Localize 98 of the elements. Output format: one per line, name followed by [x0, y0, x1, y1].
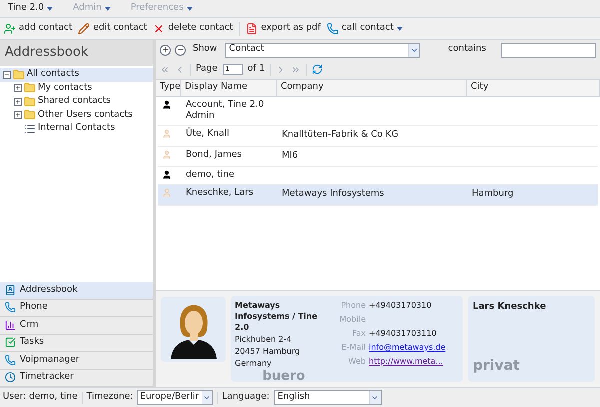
page-label: Page: [196, 62, 218, 76]
field-label: E-Mail: [340, 342, 366, 354]
field-value: +49403170310: [369, 300, 433, 312]
folder-icon: [24, 96, 36, 108]
dropdown-arrow-icon: [104, 6, 111, 10]
app-tab[interactable]: Timetracker: [0, 370, 153, 387]
language-label: Language:: [222, 390, 270, 404]
remove-filter-icon[interactable]: [175, 44, 186, 56]
clock-icon: [5, 372, 16, 384]
toolbar-button[interactable]: edit contact: [78, 22, 148, 36]
person-icon: [162, 150, 172, 160]
field-label: Web: [348, 356, 366, 368]
tree-label: My contacts: [38, 82, 92, 94]
table-cell-text: Account, Tine 2.0 Admin: [185, 100, 266, 122]
person-icon: [162, 170, 172, 180]
document-icon: [246, 22, 258, 34]
toolbar-button[interactable]: delete contact: [153, 22, 234, 36]
expand-icon[interactable]: [14, 111, 22, 120]
toolbar-button[interactable]: export as pdf: [246, 22, 321, 36]
address-line: 20457 Hamburg: [235, 346, 302, 357]
tree-item[interactable]: Internal Contacts: [11, 122, 153, 136]
tree-label: All contacts: [27, 68, 80, 81]
checklist-icon: [5, 337, 16, 348]
column-header[interactable]: Type: [156, 80, 181, 96]
link[interactable]: http://www.meta...: [369, 356, 446, 368]
person-icon: [162, 100, 172, 110]
link[interactable]: info@metaways.de: [369, 342, 446, 354]
card-tag: buero: [262, 370, 306, 384]
address-line: Pickhuben 2-4: [235, 334, 293, 345]
add-filter-icon[interactable]: [160, 44, 171, 56]
expand-icon[interactable]: [14, 84, 22, 92]
app-tab[interactable]: Tasks: [0, 334, 153, 352]
filter-value-field[interactable]: [501, 42, 596, 58]
column-header[interactable]: Company: [277, 80, 467, 96]
table-row[interactable]: Account, Tine 2.0 Admin: [158, 97, 598, 126]
table-cell-text: Kneschke, Lars: [185, 188, 255, 200]
field-label: Phone: [340, 300, 366, 312]
pencil-icon: [78, 22, 90, 34]
add-contact-icon: [4, 22, 16, 34]
table-cell-text: Üte, Knall: [185, 129, 230, 141]
column-header[interactable]: Display Name: [181, 80, 277, 96]
address-line: Germany: [235, 358, 273, 369]
tree-item[interactable]: Shared contacts: [11, 95, 153, 108]
phone-icon: [5, 302, 16, 314]
collapse-icon[interactable]: [3, 70, 11, 79]
phone-icon: [5, 354, 16, 366]
user-label: User: demo, tine: [3, 390, 78, 404]
address-book-icon: [5, 284, 16, 296]
dropdown-arrow-icon: [47, 6, 54, 10]
filter-field-select[interactable]: Contact: [225, 42, 420, 58]
company-name: Metaways Infosystems / Tine 2.0: [235, 300, 319, 333]
expand-icon[interactable]: [14, 98, 22, 106]
dropdown-arrow-icon: [186, 6, 193, 10]
toolbar-button[interactable]: call contact: [326, 22, 403, 36]
timezone-select[interactable]: Europe/Berlir: [137, 390, 214, 405]
toolbar-button[interactable]: add contact: [4, 22, 72, 36]
app-tab[interactable]: Phone: [0, 300, 153, 317]
language-select[interactable]: English: [274, 390, 382, 405]
column-header[interactable]: City: [467, 80, 600, 96]
table-row[interactable]: demo, tine: [158, 167, 598, 185]
field-value: +494031703110: [369, 328, 438, 340]
person-icon: [162, 188, 172, 198]
table-row[interactable]: Kneschke, Lars Metaways Infosystems Hamburg: [158, 185, 598, 206]
app-tab[interactable]: Addressbook: [0, 282, 153, 300]
table-row[interactable]: Bond, James MI6: [158, 146, 598, 167]
table-cell-text: Knalltüten-Fabrik & Co KG: [281, 129, 400, 142]
refresh-icon[interactable]: [312, 64, 324, 75]
tree-label: Other Users contacts: [38, 108, 133, 122]
app-tab[interactable]: Crm: [0, 317, 153, 334]
contact-name: Lars Kneschke: [473, 301, 548, 314]
field-label: Mobile: [338, 314, 366, 326]
person-icon: [162, 129, 172, 139]
menu-item[interactable]: Tine 2.0: [8, 2, 54, 16]
bar-chart-icon: [5, 320, 16, 331]
page-count: of 1: [248, 62, 266, 76]
tree-label: Shared contacts: [38, 95, 111, 108]
phone-icon: [326, 22, 339, 34]
table-row[interactable]: Üte, Knall Knalltüten-Fabrik & Co KG: [158, 126, 598, 146]
table-cell-text: demo, tine: [185, 170, 236, 181]
app-tab[interactable]: Voipmanager: [0, 352, 153, 370]
tree-label: Internal Contacts: [38, 122, 116, 135]
tree-item[interactable]: My contacts: [11, 82, 153, 95]
folder-icon: [13, 68, 25, 81]
table-cell-text: Bond, James: [185, 150, 243, 162]
table-cell-text: Metaways Infosystems: [281, 188, 386, 201]
table-cell-text: MI6: [281, 150, 300, 162]
table-cell-text: Hamburg: [471, 188, 515, 201]
tree-item[interactable]: All contacts: [0, 68, 153, 82]
filter-label: Show: [193, 43, 218, 56]
field-label: Fax: [351, 328, 366, 340]
tree-item[interactable]: Other Users contacts: [11, 108, 153, 122]
panel-title: Addressbook: [0, 40, 153, 66]
card-tag: privat: [473, 356, 590, 377]
operator-label: contains: [448, 43, 486, 56]
folder-icon: [24, 82, 36, 94]
folder-icon: [24, 109, 36, 122]
timezone-label: Timezone:: [86, 390, 134, 404]
delete-icon: [153, 22, 166, 34]
